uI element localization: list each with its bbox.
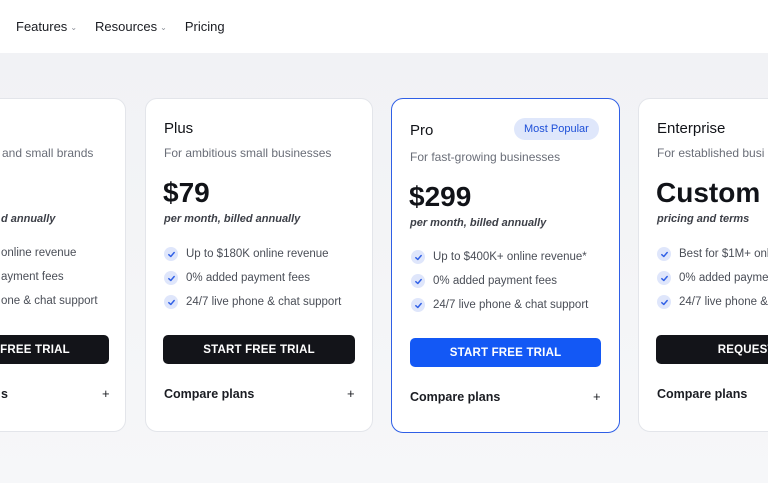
plan-feature: 0% added payment fees	[164, 271, 310, 285]
plan-feature: 24/7 live phone & chat support	[164, 295, 341, 309]
check-icon	[164, 247, 178, 261]
plan-feature: 0% added payme	[657, 271, 768, 285]
check-icon	[411, 298, 425, 312]
feature-text: Up to $400K+ online revenue*	[433, 251, 587, 263]
start-free-trial-button[interactable]: FREE TRIAL	[0, 335, 109, 364]
compare-plans-link[interactable]: Compare plans	[410, 390, 500, 404]
check-icon	[657, 247, 671, 261]
feature-text: 0% added payment fees	[186, 272, 311, 284]
plan-subtitle: For ambitious small businesses	[164, 146, 332, 160]
plan-subtitle: For established busi	[657, 146, 765, 160]
feature-text: Up to $180K online revenue	[186, 248, 329, 260]
request-quote-button[interactable]: REQUEST A	[656, 335, 768, 364]
plan-feature: Up to $400K+ online revenue*	[411, 250, 587, 264]
feature-text: 24/7 live phone & chat support	[433, 299, 589, 311]
nav-item-label: Resources	[95, 19, 158, 34]
feature-text: online revenue	[1, 247, 77, 259]
start-free-trial-button[interactable]: START FREE TRIAL	[410, 338, 601, 367]
plan-name: Pro	[410, 122, 434, 139]
check-icon	[411, 250, 425, 264]
check-icon	[657, 271, 671, 285]
compare-plans-link[interactable]: Compare plans	[657, 387, 747, 401]
plan-feature: one & chat support	[1, 295, 98, 307]
plan-name: Enterprise	[657, 120, 726, 137]
nav-item-resources[interactable]: Resources ⌄	[95, 19, 167, 34]
feature-text: 24/7 live phone & chat support	[186, 296, 342, 308]
nav-item-label: Features	[16, 19, 68, 34]
plan-billing: pricing and terms	[657, 213, 750, 225]
nav-item-label: Pricing	[184, 19, 225, 34]
compare-plans-link[interactable]: s	[1, 387, 8, 401]
plan-price: $299	[409, 181, 472, 212]
plus-icon[interactable]: +	[102, 386, 110, 401]
plan-feature: Up to $180K online revenue	[164, 247, 329, 261]
check-icon	[164, 271, 178, 285]
plan-card-enterprise: Enterprise For established busi Custom p…	[638, 98, 768, 432]
plan-billing: per month, billed annually	[164, 213, 301, 225]
check-icon	[164, 295, 178, 309]
plus-icon[interactable]: +	[347, 386, 355, 401]
feature-text: one & chat support	[1, 295, 98, 307]
feature-text: 0% added payment fees	[433, 275, 558, 287]
top-navigation: Features ⌄ Resources ⌄ Pricing	[0, 0, 768, 53]
start-free-trial-button[interactable]: START FREE TRIAL	[163, 335, 355, 364]
plan-feature: online revenue	[1, 247, 76, 259]
pricing-section: and small brands d annually online reven…	[0, 53, 768, 483]
plan-card-pro: Pro Most Popular For fast-growing busine…	[391, 98, 620, 433]
plan-feature: 24/7 live phone & chat support	[411, 298, 588, 312]
nav-item-pricing[interactable]: Pricing	[185, 19, 225, 34]
nav-item-features[interactable]: Features ⌄	[16, 19, 77, 34]
check-icon	[411, 274, 425, 288]
feature-text: ayment fees	[1, 271, 64, 283]
plan-price: Custom	[656, 177, 761, 208]
plan-feature: Best for $1M+ onl	[657, 247, 768, 261]
feature-text: 0% added payme	[679, 272, 768, 284]
feature-text: 24/7 live phone &	[679, 296, 768, 308]
plan-card-plus: Plus For ambitious small businesses $79 …	[145, 98, 373, 432]
plus-icon[interactable]: +	[593, 389, 601, 404]
plan-subtitle: For fast-growing businesses	[410, 150, 561, 164]
plan-price: $79	[163, 177, 210, 208]
plan-feature: 24/7 live phone &	[657, 295, 768, 309]
plan-billing: per month, billed annually	[410, 217, 547, 229]
plan-feature: ayment fees	[1, 271, 64, 283]
chevron-down-icon: ⌄	[160, 23, 167, 32]
check-icon	[657, 295, 671, 309]
feature-text: Best for $1M+ onl	[679, 248, 768, 260]
plan-name: Plus	[164, 120, 194, 137]
chevron-down-icon: ⌄	[70, 23, 78, 32]
plan-card-basic: and small brands d annually online reven…	[0, 98, 126, 432]
plan-billing: d annually	[1, 213, 56, 225]
plan-subtitle: and small brands	[2, 146, 94, 160]
most-popular-badge: Most Popular	[514, 118, 599, 140]
compare-plans-link[interactable]: Compare plans	[164, 387, 254, 401]
plan-feature: 0% added payment fees	[411, 274, 557, 288]
